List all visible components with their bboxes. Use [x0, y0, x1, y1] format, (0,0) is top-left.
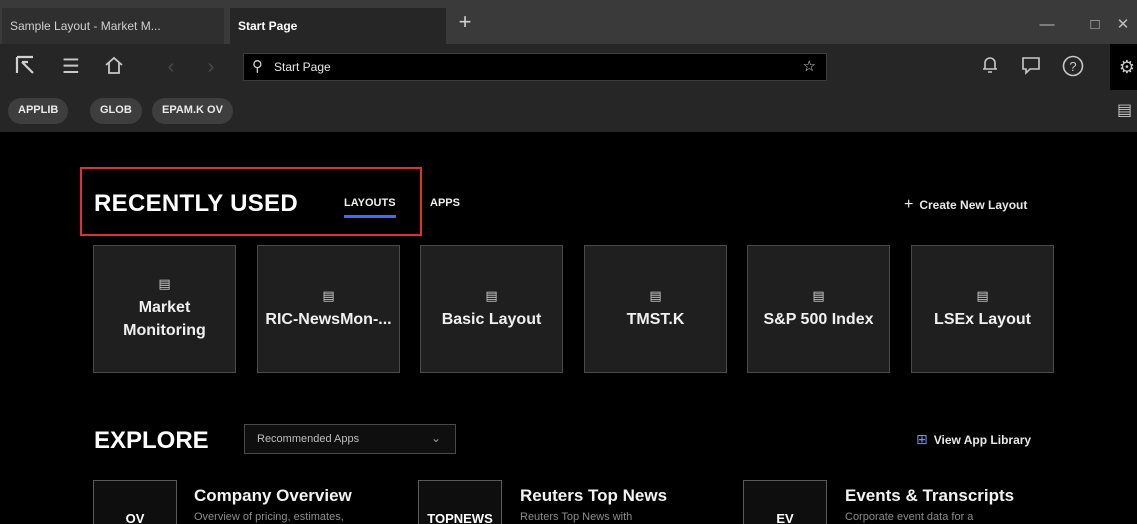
- view-app-library-button[interactable]: ⊞ View App Library: [916, 431, 1031, 448]
- tab-sample-layout[interactable]: Sample Layout - Market M...: [2, 8, 224, 44]
- start-page-content: RECENTLY USED LAYOUTS APPS + Create New L…: [0, 132, 1137, 524]
- quick-links-bar: APPLIB GLOB EPAM.K OV: [0, 90, 1137, 132]
- help-icon[interactable]: ?: [1060, 54, 1086, 80]
- quick-link-applib[interactable]: APPLIB: [8, 98, 69, 124]
- quick-link-epam[interactable]: EPAM.K OV: [152, 98, 233, 124]
- app-thumbnail[interactable]: EV: [743, 480, 827, 524]
- recommended-apps-dropdown[interactable]: Recommended Apps ⌄: [244, 424, 456, 454]
- layout-card-label: RIC-NewsMon-...: [265, 310, 392, 328]
- back-icon[interactable]: ‹: [158, 54, 184, 80]
- layout-card[interactable]: ▤ Basic Layout: [420, 245, 563, 373]
- star-icon[interactable]: ☆: [803, 57, 816, 75]
- tab-strip: Sample Layout - Market M... Start Page +…: [0, 0, 1137, 44]
- plus-icon: +: [904, 196, 914, 213]
- grid-icon: ⊞: [916, 431, 928, 447]
- chevron-down-icon: ⌄: [430, 431, 441, 445]
- layout-icon: ▤: [322, 287, 335, 303]
- layout-card[interactable]: ▤ RIC-NewsMon-...: [257, 245, 400, 373]
- layout-card[interactable]: ▤ LSEx Layout: [911, 245, 1054, 373]
- layout-card-label: S&P 500 Index: [763, 310, 874, 328]
- plus-icon[interactable]: +: [452, 8, 478, 38]
- layout-icon: ▤: [485, 287, 498, 303]
- layout-card-label: Basic Layout: [441, 310, 542, 328]
- recently-used-title: RECENTLY USED: [94, 190, 298, 217]
- tab-start-page[interactable]: Start Page: [230, 8, 446, 44]
- layout-icon: ▤: [812, 287, 825, 303]
- app-logo-icon[interactable]: [12, 54, 38, 80]
- chat-icon[interactable]: [1018, 54, 1044, 80]
- app-description: Reuters Top News with: [520, 511, 633, 523]
- explore-title: EXPLORE: [94, 427, 209, 454]
- app-description: Overview of pricing, estimates,: [194, 511, 344, 523]
- app-title[interactable]: Company Overview: [194, 486, 352, 506]
- tab-layouts[interactable]: LAYOUTS: [344, 197, 396, 218]
- tab-apps[interactable]: APPS: [430, 197, 460, 209]
- quick-link-glob[interactable]: GLOB: [90, 98, 142, 124]
- gear-icon[interactable]: ⚙: [1114, 54, 1137, 80]
- side-panel-icon[interactable]: ▤: [1117, 100, 1132, 120]
- app-thumbnail[interactable]: TOPNEWS: [418, 480, 502, 524]
- minimize-icon[interactable]: —: [1036, 14, 1058, 36]
- create-new-layout-label: Create New Layout: [919, 198, 1028, 212]
- layout-icon: ▤: [158, 276, 171, 291]
- search-input[interactable]: [274, 54, 794, 80]
- settings-area: ⚙: [1110, 44, 1137, 90]
- search-icon: ⚲: [252, 58, 263, 75]
- layout-card[interactable]: ▤ S&P 500 Index: [747, 245, 890, 373]
- layout-card[interactable]: ▤ TMST.K: [584, 245, 727, 373]
- app-description: Corporate event data for a: [845, 511, 974, 523]
- layout-card[interactable]: ▤ Market Monitoring: [93, 245, 236, 373]
- app-title[interactable]: Reuters Top News: [520, 486, 667, 506]
- forward-icon[interactable]: ›: [198, 54, 224, 80]
- layout-card-label: TMST.K: [626, 310, 685, 328]
- create-new-layout-button[interactable]: + Create New Layout: [904, 196, 1027, 214]
- view-app-library-label: View App Library: [933, 433, 1032, 447]
- bell-icon[interactable]: [977, 54, 1003, 80]
- toolbar: ☰ ‹ › ⚲ ☆ ?: [0, 44, 1137, 90]
- close-icon[interactable]: ✕: [1112, 14, 1134, 36]
- app-thumbnail[interactable]: OV: [93, 480, 177, 524]
- layout-icon: ▤: [976, 287, 989, 303]
- layout-card-label: Market Monitoring: [123, 299, 206, 339]
- app-title[interactable]: Events & Transcripts: [845, 486, 1014, 506]
- dropdown-value: Recommended Apps: [257, 433, 360, 445]
- home-icon[interactable]: [101, 54, 127, 80]
- maximize-icon[interactable]: □: [1084, 14, 1106, 36]
- search-box: ⚲ ☆: [243, 53, 827, 81]
- layout-icon: ▤: [649, 287, 662, 303]
- svg-text:?: ?: [1069, 59, 1076, 74]
- layout-card-label: LSEx Layout: [934, 310, 1031, 328]
- menu-icon[interactable]: ☰: [58, 54, 84, 80]
